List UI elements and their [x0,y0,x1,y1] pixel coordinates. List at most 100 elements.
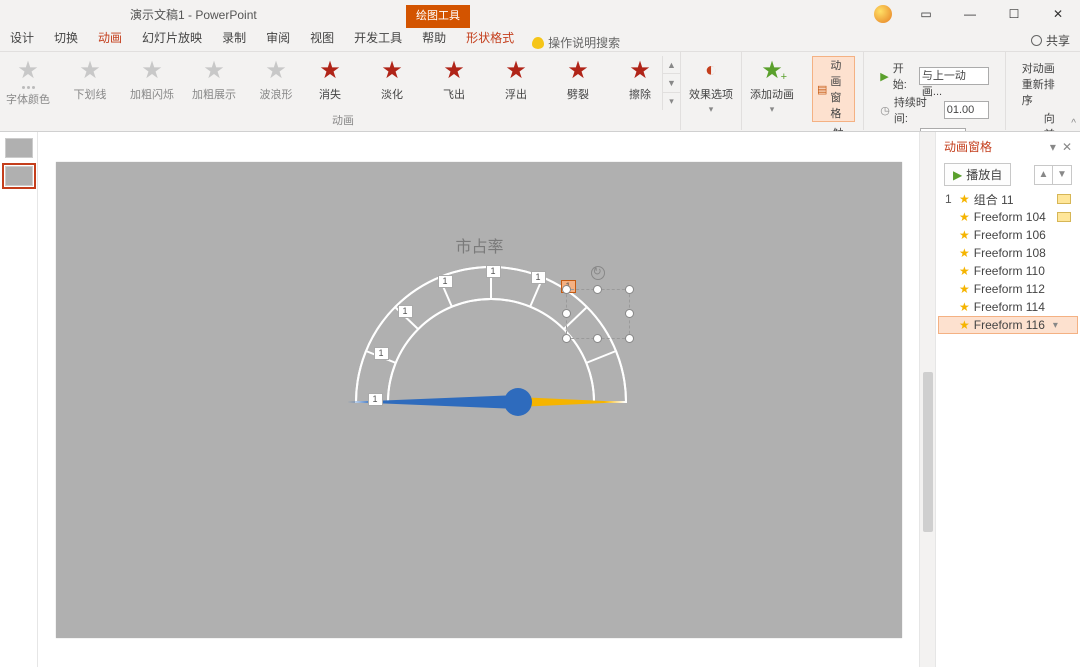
anim-fontcolor[interactable]: 字体颜色 [6,56,50,110]
pane-icon: ▤ [817,83,827,96]
timeline-block[interactable] [1057,194,1071,204]
animation-item[interactable]: 1★组合 11 [938,190,1078,208]
effect-options-icon: ◐ [697,56,725,84]
resize-handle[interactable] [593,334,602,343]
animation-item-name: Freeform 104 [974,210,1046,224]
anim-wave[interactable]: 波浪形 [254,56,298,110]
segment-label-4[interactable]: 1 [438,275,453,288]
animation-item[interactable]: ★Freeform 110 [938,262,1078,280]
close-button[interactable]: ✕ [1036,0,1080,28]
effect-options-button[interactable]: ◐ 效果选项 ▾ [689,56,733,115]
gauge-chart[interactable]: 1 1 1 1 1 1 1 [336,247,646,417]
animation-item-number: 1 [945,192,955,206]
add-animation-button[interactable]: + 添加动画 ▾ [750,56,794,115]
animation-item-name: 组合 11 [974,191,1014,208]
animation-pane-button[interactable]: ▤动画窗格 [812,56,855,122]
anim-underline[interactable]: 下划线 [68,56,112,110]
pane-close-button[interactable]: ✕ [1062,140,1072,154]
play-icon: ▶ [880,70,888,83]
move-earlier-button[interactable]: ▲ 向前移动 [1022,110,1064,132]
collapse-ribbon-button[interactable]: ^ [1071,118,1076,129]
move-down-button[interactable]: ▼ [1053,166,1071,184]
ribbon-tabs: 设计 切换 动画 幻灯片放映 录制 审阅 视图 开发工具 帮助 形状格式 操作说… [0,28,1080,52]
animation-item[interactable]: ★Freeform 104 [938,208,1078,226]
slide-editor[interactable]: 市占率 [38,132,919,667]
account-avatar[interactable] [874,5,892,23]
tab-record[interactable]: 录制 [212,25,256,51]
resize-handle[interactable] [625,309,634,318]
pane-options-button[interactable]: ▾ [1050,140,1056,154]
anim-disappear[interactable]: 消失 [308,56,352,110]
anim-flyout[interactable]: 飞出 [432,56,476,110]
animation-item[interactable]: ★Freeform 108 [938,244,1078,262]
scrollbar-thumb[interactable] [923,372,933,532]
share-button[interactable]: 共享 [1031,32,1070,49]
resize-handle[interactable] [593,285,602,294]
anim-split[interactable]: 劈裂 [556,56,600,110]
animation-item-name: Freeform 112 [974,282,1045,296]
resize-handle[interactable] [562,334,571,343]
animation-item-name: Freeform 110 [974,264,1045,278]
star-icon: ★ [959,318,970,332]
animation-list[interactable]: 1★组合 11★Freeform 104★Freeform 106★Freefo… [936,190,1080,667]
animation-gallery-scroll[interactable]: ▲▼▾ [662,56,680,110]
tab-design[interactable]: 设计 [0,25,44,51]
animation-item-name: Freeform 106 [974,228,1046,242]
timeline-block[interactable] [1057,212,1071,222]
timing-start-select[interactable]: 与上一动画... [919,67,989,85]
animation-item[interactable]: ★Freeform 114 [938,298,1078,316]
selection-outline[interactable] [566,289,630,339]
animation-pane-title: 动画窗格 [944,138,992,155]
timing-duration-input[interactable]: 01.00 [944,101,989,119]
anim-wipe[interactable]: 擦除 [618,56,662,110]
chevron-down-icon[interactable]: ▾ [1053,320,1058,331]
anim-floatout[interactable]: 浮出 [494,56,538,110]
gallery-down-icon[interactable]: ▼ [663,74,680,92]
ribbon: 字体颜色 下划线 加粗闪烁 加粗展示 波浪形 消失 淡化 飞出 浮出 劈裂 擦除… [0,52,1080,132]
tell-me-search[interactable]: 操作说明搜索 [532,34,620,51]
tab-transitions[interactable]: 切换 [44,25,88,51]
rotate-handle-icon[interactable] [591,266,605,280]
tab-developer[interactable]: 开发工具 [344,25,412,51]
animation-item[interactable]: ★Freeform 106 [938,226,1078,244]
tab-review[interactable]: 审阅 [256,25,300,51]
anim-boldflash[interactable]: 加粗闪烁 [130,56,174,110]
gallery-more-icon[interactable]: ▾ [663,93,680,110]
resize-handle[interactable] [625,285,634,294]
anim-fade[interactable]: 淡化 [370,56,414,110]
vertical-scrollbar[interactable] [919,132,935,667]
trigger-button[interactable]: ⚡触发 ▾ [812,125,855,132]
tab-shape-format[interactable]: 形状格式 [456,25,524,51]
slide-thumbnails-panel[interactable] [0,132,38,667]
person-icon [1031,35,1042,46]
play-from-button[interactable]: ▶播放自 [944,163,1011,186]
tab-help[interactable]: 帮助 [412,25,456,51]
slide-canvas[interactable]: 市占率 [56,162,902,638]
slide-thumbnail-1[interactable] [5,138,33,158]
move-up-button[interactable]: ▲ [1035,166,1053,184]
minimize-button[interactable]: — [948,0,992,28]
segment-label-6[interactable]: 1 [531,271,546,284]
play-icon: ▶ [953,168,962,182]
slide-thumbnail-2[interactable] [5,166,33,186]
tab-slideshow[interactable]: 幻灯片放映 [132,25,212,51]
resize-handle[interactable] [562,309,571,318]
segment-label-1[interactable]: 1 [368,393,383,406]
ribbon-display-options-button[interactable]: ▭ [904,0,948,28]
tab-view[interactable]: 视图 [300,25,344,51]
gallery-up-icon[interactable]: ▲ [663,56,680,74]
resize-handle[interactable] [562,285,571,294]
animation-item[interactable]: ★Freeform 112 [938,280,1078,298]
segment-label-2[interactable]: 1 [374,347,389,360]
segment-label-3[interactable]: 1 [398,305,413,318]
chevron-down-icon: ▾ [709,104,714,115]
anim-boldreveal[interactable]: 加粗展示 [192,56,236,110]
workspace: 市占率 [0,132,1080,667]
animation-item-name: Freeform 108 [974,246,1046,260]
animation-item[interactable]: ★Freeform 116▾ [938,316,1078,334]
segment-label-5[interactable]: 1 [486,265,501,278]
maximize-button[interactable]: ☐ [992,0,1036,28]
resize-handle[interactable] [625,334,634,343]
tab-animations[interactable]: 动画 [88,25,132,51]
gauge-hub[interactable] [504,388,532,416]
